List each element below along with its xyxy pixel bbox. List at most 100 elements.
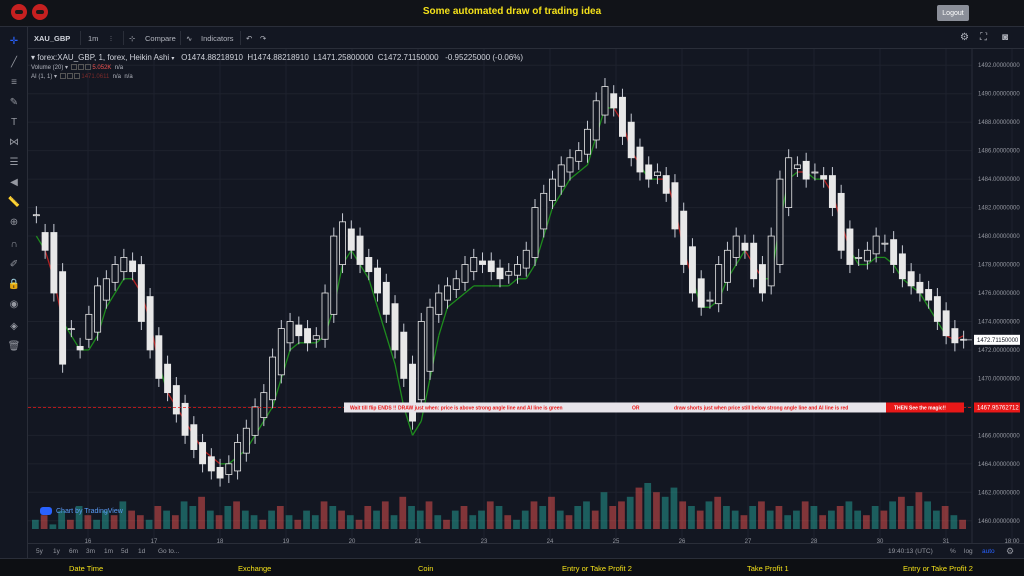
compare-button[interactable]: Compare [145,34,176,43]
volume-bar [670,487,678,529]
gear-icon[interactable] [77,64,84,71]
volume-bar [513,519,520,529]
candle-body [234,442,242,472]
percent-toggle[interactable]: % [950,548,956,555]
pattern-icon[interactable]: ⋈ [7,135,21,149]
candle-body [933,296,941,322]
candle-body [216,466,224,479]
log-toggle[interactable]: log [964,548,973,555]
indicators-icon[interactable]: ∿ [186,34,192,43]
candle-body [444,285,451,301]
candle-body [951,328,959,344]
volume-bar [276,506,284,529]
candle-body [584,128,591,155]
volume-bar [303,510,310,529]
candle-body [662,175,670,194]
volume-bar [583,501,590,529]
logout-button[interactable]: Logout [937,5,969,21]
range-1d[interactable]: 1d [138,548,145,555]
arrow-left-icon[interactable]: ◀ [7,175,21,189]
volume-bar [145,519,153,529]
volume-bar [294,519,302,529]
current-price-label: 1472.71150000 [977,338,1019,344]
zoom-icon[interactable]: ⊕ [7,215,21,229]
interval-selector[interactable]: 1m [88,34,98,43]
candle-body [426,306,434,372]
ohlc-high: H1474.88218910 [247,53,309,62]
candle-body [619,96,626,137]
price-tick-label: 1460.00000000 [978,519,1020,525]
settings-icon[interactable]: ⚙ [1006,546,1014,557]
range-6m[interactable]: 6m [69,548,78,555]
volume-bar [399,496,407,529]
ai-label: AI (1, 1) [31,74,53,80]
candle-body [645,164,653,180]
fullscreen-icon[interactable]: ⛶ [980,32,987,43]
multi-line-icon[interactable]: ≡ [7,75,21,89]
volume-bar [705,501,713,529]
goto-button[interactable]: Go to... [158,548,179,555]
trash-icon[interactable]: 🗑 [7,339,21,353]
volume-bar [425,501,433,529]
chart-type-icon[interactable]: ⫶ [110,34,112,44]
close-icon[interactable] [73,73,80,80]
ai-line-segment [411,420,422,436]
trend-line-icon[interactable]: ╱ [7,55,21,69]
eye-icon[interactable] [59,73,66,80]
candle-body [452,278,460,290]
tradingview-watermark[interactable]: Chart by TradingView [40,507,123,515]
symbol-search[interactable]: XAU_GBP [34,34,70,43]
gear-icon[interactable] [66,73,73,80]
candle-body [627,121,635,159]
ruler-icon[interactable]: 📏 [7,195,21,209]
volume-bar [451,510,459,529]
camera-icon[interactable]: ◙ [1002,32,1008,43]
volume-bar [355,519,363,529]
price-tick-label: 1466.00000000 [978,433,1020,439]
candle-body [304,328,312,344]
crosshair-icon[interactable]: ✛ [7,34,21,48]
close-icon[interactable] [84,64,91,71]
volume-bar [591,510,599,529]
candle-body [277,328,285,376]
indicators-button[interactable]: Indicators [201,34,234,43]
layers-icon[interactable]: ◈ [7,319,21,333]
candle-body [417,321,425,401]
range-1m[interactable]: 1m [104,548,113,555]
range-1y[interactable]: 1y [53,548,60,555]
brush-icon[interactable]: ✎ [7,95,21,109]
candle-body [391,303,399,351]
range-3m[interactable]: 3m [86,548,95,555]
eye-icon[interactable] [70,64,77,71]
volume-bar [224,506,232,529]
price-chart[interactable]: 1492.00000000 1490.00000000 1488.00000000 1… [28,49,1024,543]
lock-icon[interactable]: 🔒 [7,277,21,291]
candle-body [181,402,189,436]
volume-bar [408,506,415,529]
volume-bar [609,506,617,529]
candle-body [514,264,521,276]
fib-icon[interactable]: ☰ [7,155,21,169]
eye-icon[interactable]: ◉ [7,297,21,311]
volume-bar [320,501,328,529]
ai-na: n/a [112,74,121,80]
undo-icon[interactable]: ↶ [246,34,252,43]
magnet-icon[interactable]: ∩ [7,237,21,251]
volume-bar [714,496,722,529]
range-5y[interactable]: 5y [36,548,43,555]
volume-bar [416,510,424,529]
divider [240,31,241,45]
text-icon[interactable]: T [7,115,21,129]
range-5d[interactable]: 5d [121,548,128,555]
annotation-text: draw shorts just when price still below … [674,405,848,411]
pencil-lock-icon[interactable]: ✐ [7,257,21,271]
compare-icon[interactable]: ⊹ [129,34,135,43]
settings-icon[interactable]: ⚙ [960,32,969,43]
candle-body [732,235,740,258]
auto-toggle[interactable]: auto [982,548,995,555]
footer-coin: Coin [418,564,434,573]
candle-body [872,235,880,255]
volume-bar [84,515,92,529]
redo-icon[interactable]: ↷ [260,34,266,43]
candle-body [409,363,416,422]
